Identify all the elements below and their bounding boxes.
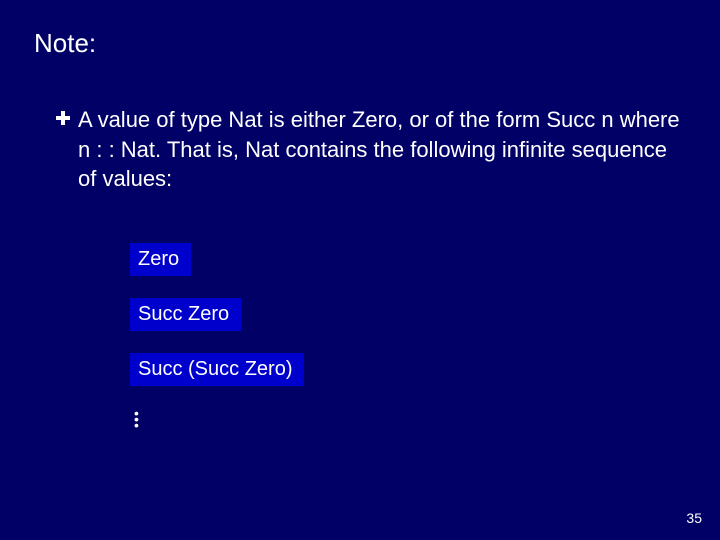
bullet-item: A value of type Nat is either Zero, or o… [56,105,680,194]
vertical-ellipsis-icon: ••• [134,410,139,428]
page-number: 35 [686,510,702,526]
example-list: Zero Succ Zero Succ (Succ Zero) [130,243,304,408]
list-item: Succ Zero [130,298,304,353]
bullet-block: A value of type Nat is either Zero, or o… [56,105,680,194]
example-code: Succ Zero [130,298,241,331]
cross-bullet-icon [56,111,72,127]
example-code: Zero [130,243,191,276]
bullet-text: A value of type Nat is either Zero, or o… [78,105,680,194]
example-code: Succ (Succ Zero) [130,353,304,386]
slide-title: Note: [34,28,96,59]
list-item: Zero [130,243,304,298]
list-item: Succ (Succ Zero) [130,353,304,408]
